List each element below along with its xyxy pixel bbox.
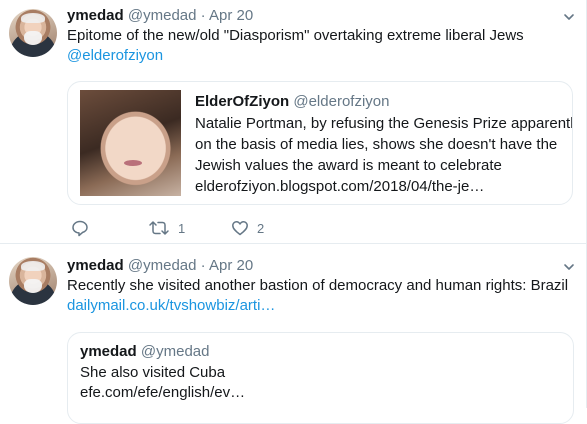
author-name[interactable]: ymedad	[67, 257, 124, 274]
like-button[interactable]: 2	[231, 218, 264, 238]
retweet-count: 1	[178, 220, 186, 236]
avatar-beard	[24, 31, 42, 45]
chevron-down-icon[interactable]	[563, 11, 575, 23]
retweet-icon	[149, 221, 169, 235]
tweet-text: Recently she visited another bastion of …	[67, 277, 569, 294]
card-text-line: Natalie Portman, by refusing the Genesis…	[195, 115, 573, 132]
quoted-card[interactable]: ElderOfZiyon @elderofziyon Natalie Portm…	[67, 81, 573, 205]
chevron-down-icon[interactable]	[563, 261, 575, 273]
mention-link[interactable]: @elderofziyon	[67, 46, 163, 66]
tweet[interactable]: ymedad @ymedad · Apr 20 Recently she vis…	[0, 244, 587, 424]
tweet-header: ymedad @ymedad · Apr 20	[67, 7, 253, 25]
quoted-tweet[interactable]: ymedad @ymedad She also visited Cuba efe…	[67, 332, 574, 424]
avatar[interactable]	[9, 9, 57, 57]
avatar-hair	[21, 13, 45, 23]
tweet-header: ymedad @ymedad · Apr 20	[67, 257, 253, 275]
tweet-text: Epitome of the new/old "Diasporism" over…	[67, 27, 524, 44]
card-link[interactable]: elderofziyon.blogspot.com/2018/04/the-je…	[195, 176, 565, 197]
quoted-text-line: She also visited Cuba	[80, 364, 226, 381]
separator-dot: ·	[200, 7, 206, 24]
quoted-tweet-text: She also visited Cuba efe.com/efe/englis…	[80, 363, 245, 403]
quoted-author-handle: @ymedad	[140, 343, 210, 360]
like-count: 2	[257, 220, 265, 236]
avatar-hair	[21, 261, 45, 271]
separator-dot: ·	[200, 257, 206, 274]
card-text: Natalie Portman, by refusing the Genesis…	[195, 113, 573, 197]
tweet-date[interactable]: Apr 20	[209, 7, 253, 24]
avatar[interactable]	[9, 257, 57, 305]
card-text-line: on the basis of media lies, shows she do…	[195, 136, 558, 153]
avatar-beard	[24, 279, 42, 293]
article-link[interactable]: dailymail.co.uk/tvshowbiz/arti…	[67, 296, 275, 316]
author-handle[interactable]: @ymedad	[128, 7, 197, 24]
tweet-actions: 1 2	[67, 218, 367, 238]
heart-icon	[232, 221, 248, 236]
card-author-handle: @elderofziyon	[293, 93, 390, 110]
quoted-author-name: ymedad	[80, 343, 137, 360]
thumbnail-detail	[124, 160, 142, 166]
reply-button[interactable]	[71, 218, 97, 238]
author-name[interactable]: ymedad	[67, 7, 124, 24]
tweet[interactable]: ymedad @ymedad · Apr 20 Epitome of the n…	[0, 0, 587, 244]
quoted-link[interactable]: efe.com/efe/english/ev…	[80, 383, 245, 403]
card-text-line: Jewish values the award is meant to cele…	[195, 157, 502, 174]
quoted-tweet-header: ymedad @ymedad	[80, 343, 209, 360]
reply-icon	[72, 220, 88, 237]
author-handle[interactable]: @ymedad	[128, 257, 197, 274]
tweet-date[interactable]: Apr 20	[209, 257, 253, 274]
card-author: ElderOfZiyon @elderofziyon	[195, 93, 389, 110]
card-author-name: ElderOfZiyon	[195, 93, 290, 110]
card-thumbnail	[80, 90, 181, 196]
retweet-button[interactable]: 1	[148, 218, 185, 238]
